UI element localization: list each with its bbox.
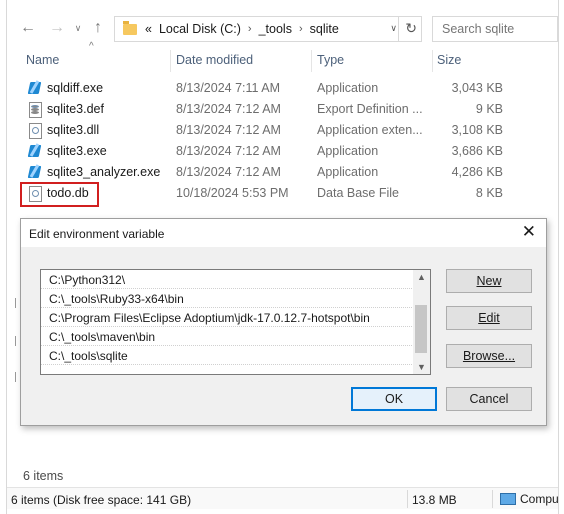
browse-button-label: Browse... xyxy=(462,349,516,363)
column-header-size[interactable]: Size xyxy=(437,53,461,67)
file-row[interactable]: sqlite3.dll 8/13/2024 7:12 AM Applicatio… xyxy=(22,120,532,141)
file-date: 8/13/2024 7:12 AM xyxy=(176,123,281,137)
dialog-titlebar[interactable]: Edit environment variable ✕ xyxy=(21,219,546,247)
search-input[interactable]: Search sqlite xyxy=(432,16,558,42)
refresh-icon[interactable]: ↻ xyxy=(405,20,417,37)
ok-button-label: OK xyxy=(384,392,404,406)
status-divider xyxy=(492,490,493,508)
address-bar[interactable]: « Local Disk (C:) › _tools › sqlite ∨ ↻ xyxy=(114,16,422,42)
file-type: Application xyxy=(317,81,379,95)
window-right-edge xyxy=(558,0,559,514)
folder-icon xyxy=(123,20,137,35)
column-divider[interactable] xyxy=(170,50,171,72)
application-icon xyxy=(27,80,42,96)
file-type: Export Definition ... xyxy=(317,102,423,116)
file-type: Application exten... xyxy=(317,123,423,137)
document-icon xyxy=(27,101,42,118)
file-size: 3,043 KB xyxy=(451,81,503,95)
breadcrumb-sqlite[interactable]: sqlite xyxy=(310,22,339,36)
column-header-type[interactable]: Type xyxy=(317,53,344,67)
file-size: 3,686 KB xyxy=(451,144,503,158)
status-size: 13.8 MB xyxy=(412,493,457,507)
file-type: Data Base File xyxy=(317,186,399,200)
file-name: sqldiff.exe xyxy=(47,81,104,95)
file-name: sqlite3.def xyxy=(47,102,104,116)
address-divider xyxy=(398,17,399,41)
dialog-title: Edit environment variable xyxy=(29,227,165,241)
file-size: 3,108 KB xyxy=(451,123,503,137)
arrow-left-icon: ← xyxy=(20,19,36,36)
edit-environment-variable-dialog: Edit environment variable ✕ C:\Python312… xyxy=(20,218,547,426)
file-type: Application xyxy=(317,165,379,179)
search-placeholder: Search sqlite xyxy=(442,22,515,36)
cancel-button[interactable]: Cancel xyxy=(446,387,532,411)
status-divider xyxy=(407,490,408,508)
status-computer: Compu xyxy=(500,492,559,506)
highlight-box xyxy=(20,182,99,207)
forward-button[interactable]: → xyxy=(47,18,67,38)
breadcrumb-local-disk[interactable]: Local Disk (C:) xyxy=(159,22,241,36)
computer-icon xyxy=(500,493,516,505)
file-row[interactable]: sqlite3.def 8/13/2024 7:12 AM Export Def… xyxy=(22,99,532,120)
new-button[interactable]: New xyxy=(446,269,532,293)
file-name: sqlite3_analyzer.exe xyxy=(47,165,161,179)
scroll-down-icon[interactable]: ▼ xyxy=(417,362,426,372)
breadcrumb-separator[interactable]: › xyxy=(248,23,252,35)
file-row[interactable]: sqlite3.exe 8/13/2024 7:12 AM Applicatio… xyxy=(22,141,532,162)
new-button-label: New xyxy=(476,274,502,288)
window-left-edge xyxy=(6,0,7,514)
items-count: 6 items xyxy=(23,469,64,483)
file-date: 8/13/2024 7:12 AM xyxy=(176,165,281,179)
status-summary: 6 items (Disk free space: 141 GB) xyxy=(11,493,192,507)
application-icon xyxy=(27,143,42,159)
dll-icon xyxy=(27,122,42,139)
edit-button-label: Edit xyxy=(478,311,500,325)
list-item[interactable]: C:\_tools\maven\bin xyxy=(41,327,414,346)
up-button[interactable]: ↑ xyxy=(88,18,108,38)
file-date: 8/13/2024 7:12 AM xyxy=(176,144,281,158)
address-dropdown-icon[interactable]: ∨ xyxy=(390,23,397,34)
column-header-name[interactable]: Name xyxy=(26,53,59,67)
status-bar: 6 items (Disk free space: 141 GB) 13.8 M… xyxy=(7,487,559,509)
chevron-down-icon: ∨ xyxy=(74,22,82,33)
list-item[interactable]: C:\_tools\sqlite xyxy=(41,346,414,365)
file-row[interactable]: sqlite3_analyzer.exe 8/13/2024 7:12 AM A… xyxy=(22,162,532,183)
breadcrumb-tools[interactable]: _tools xyxy=(259,22,292,36)
file-row[interactable]: sqldiff.exe 8/13/2024 7:11 AM Applicatio… xyxy=(22,78,532,99)
file-size: 4,286 KB xyxy=(451,165,503,179)
scroll-up-icon[interactable]: ▲ xyxy=(417,272,426,282)
vertical-scrollbar[interactable]: ▲ ▼ xyxy=(413,270,430,374)
file-name: sqlite3.dll xyxy=(47,123,100,137)
file-type: Application xyxy=(317,144,379,158)
file-date: 8/13/2024 7:12 AM xyxy=(176,102,281,116)
cancel-button-label: Cancel xyxy=(469,392,509,406)
column-divider[interactable] xyxy=(432,50,433,72)
column-divider[interactable] xyxy=(311,50,312,72)
list-item[interactable]: C:\Program Files\Eclipse Adoptium\jdk-17… xyxy=(41,308,414,327)
ok-button[interactable]: OK xyxy=(351,387,437,411)
edit-button[interactable]: Edit xyxy=(446,306,532,330)
list-item[interactable]: C:\_tools\Ruby33-x64\bin xyxy=(41,289,414,308)
application-icon xyxy=(27,164,42,180)
path-entries-list[interactable]: C:\Python312\ C:\_tools\Ruby33-x64\bin C… xyxy=(40,269,431,375)
scroll-thumb[interactable] xyxy=(415,305,427,353)
breadcrumb-separator[interactable]: › xyxy=(299,23,303,35)
file-size: 9 KB xyxy=(475,102,503,116)
arrow-right-icon: → xyxy=(49,19,65,36)
browse-button[interactable]: Browse... xyxy=(446,344,532,368)
column-header-date[interactable]: Date modified xyxy=(176,53,253,67)
file-size: 8 KB xyxy=(475,186,503,200)
back-button[interactable]: ← xyxy=(18,18,38,38)
list-item[interactable]: C:\Python312\ xyxy=(41,270,414,289)
close-icon[interactable]: ✕ xyxy=(522,222,536,242)
breadcrumb-overflow[interactable]: « xyxy=(145,22,152,36)
recent-locations-button[interactable]: ∨ xyxy=(68,18,88,38)
arrow-up-icon: ↑ xyxy=(94,19,102,36)
sort-ascending-icon: ^ xyxy=(89,41,94,52)
file-date: 8/13/2024 7:11 AM xyxy=(176,81,281,95)
file-date: 10/18/2024 5:53 PM xyxy=(176,186,289,200)
file-name: sqlite3.exe xyxy=(47,144,107,158)
status-computer-label: Compu xyxy=(520,492,559,506)
